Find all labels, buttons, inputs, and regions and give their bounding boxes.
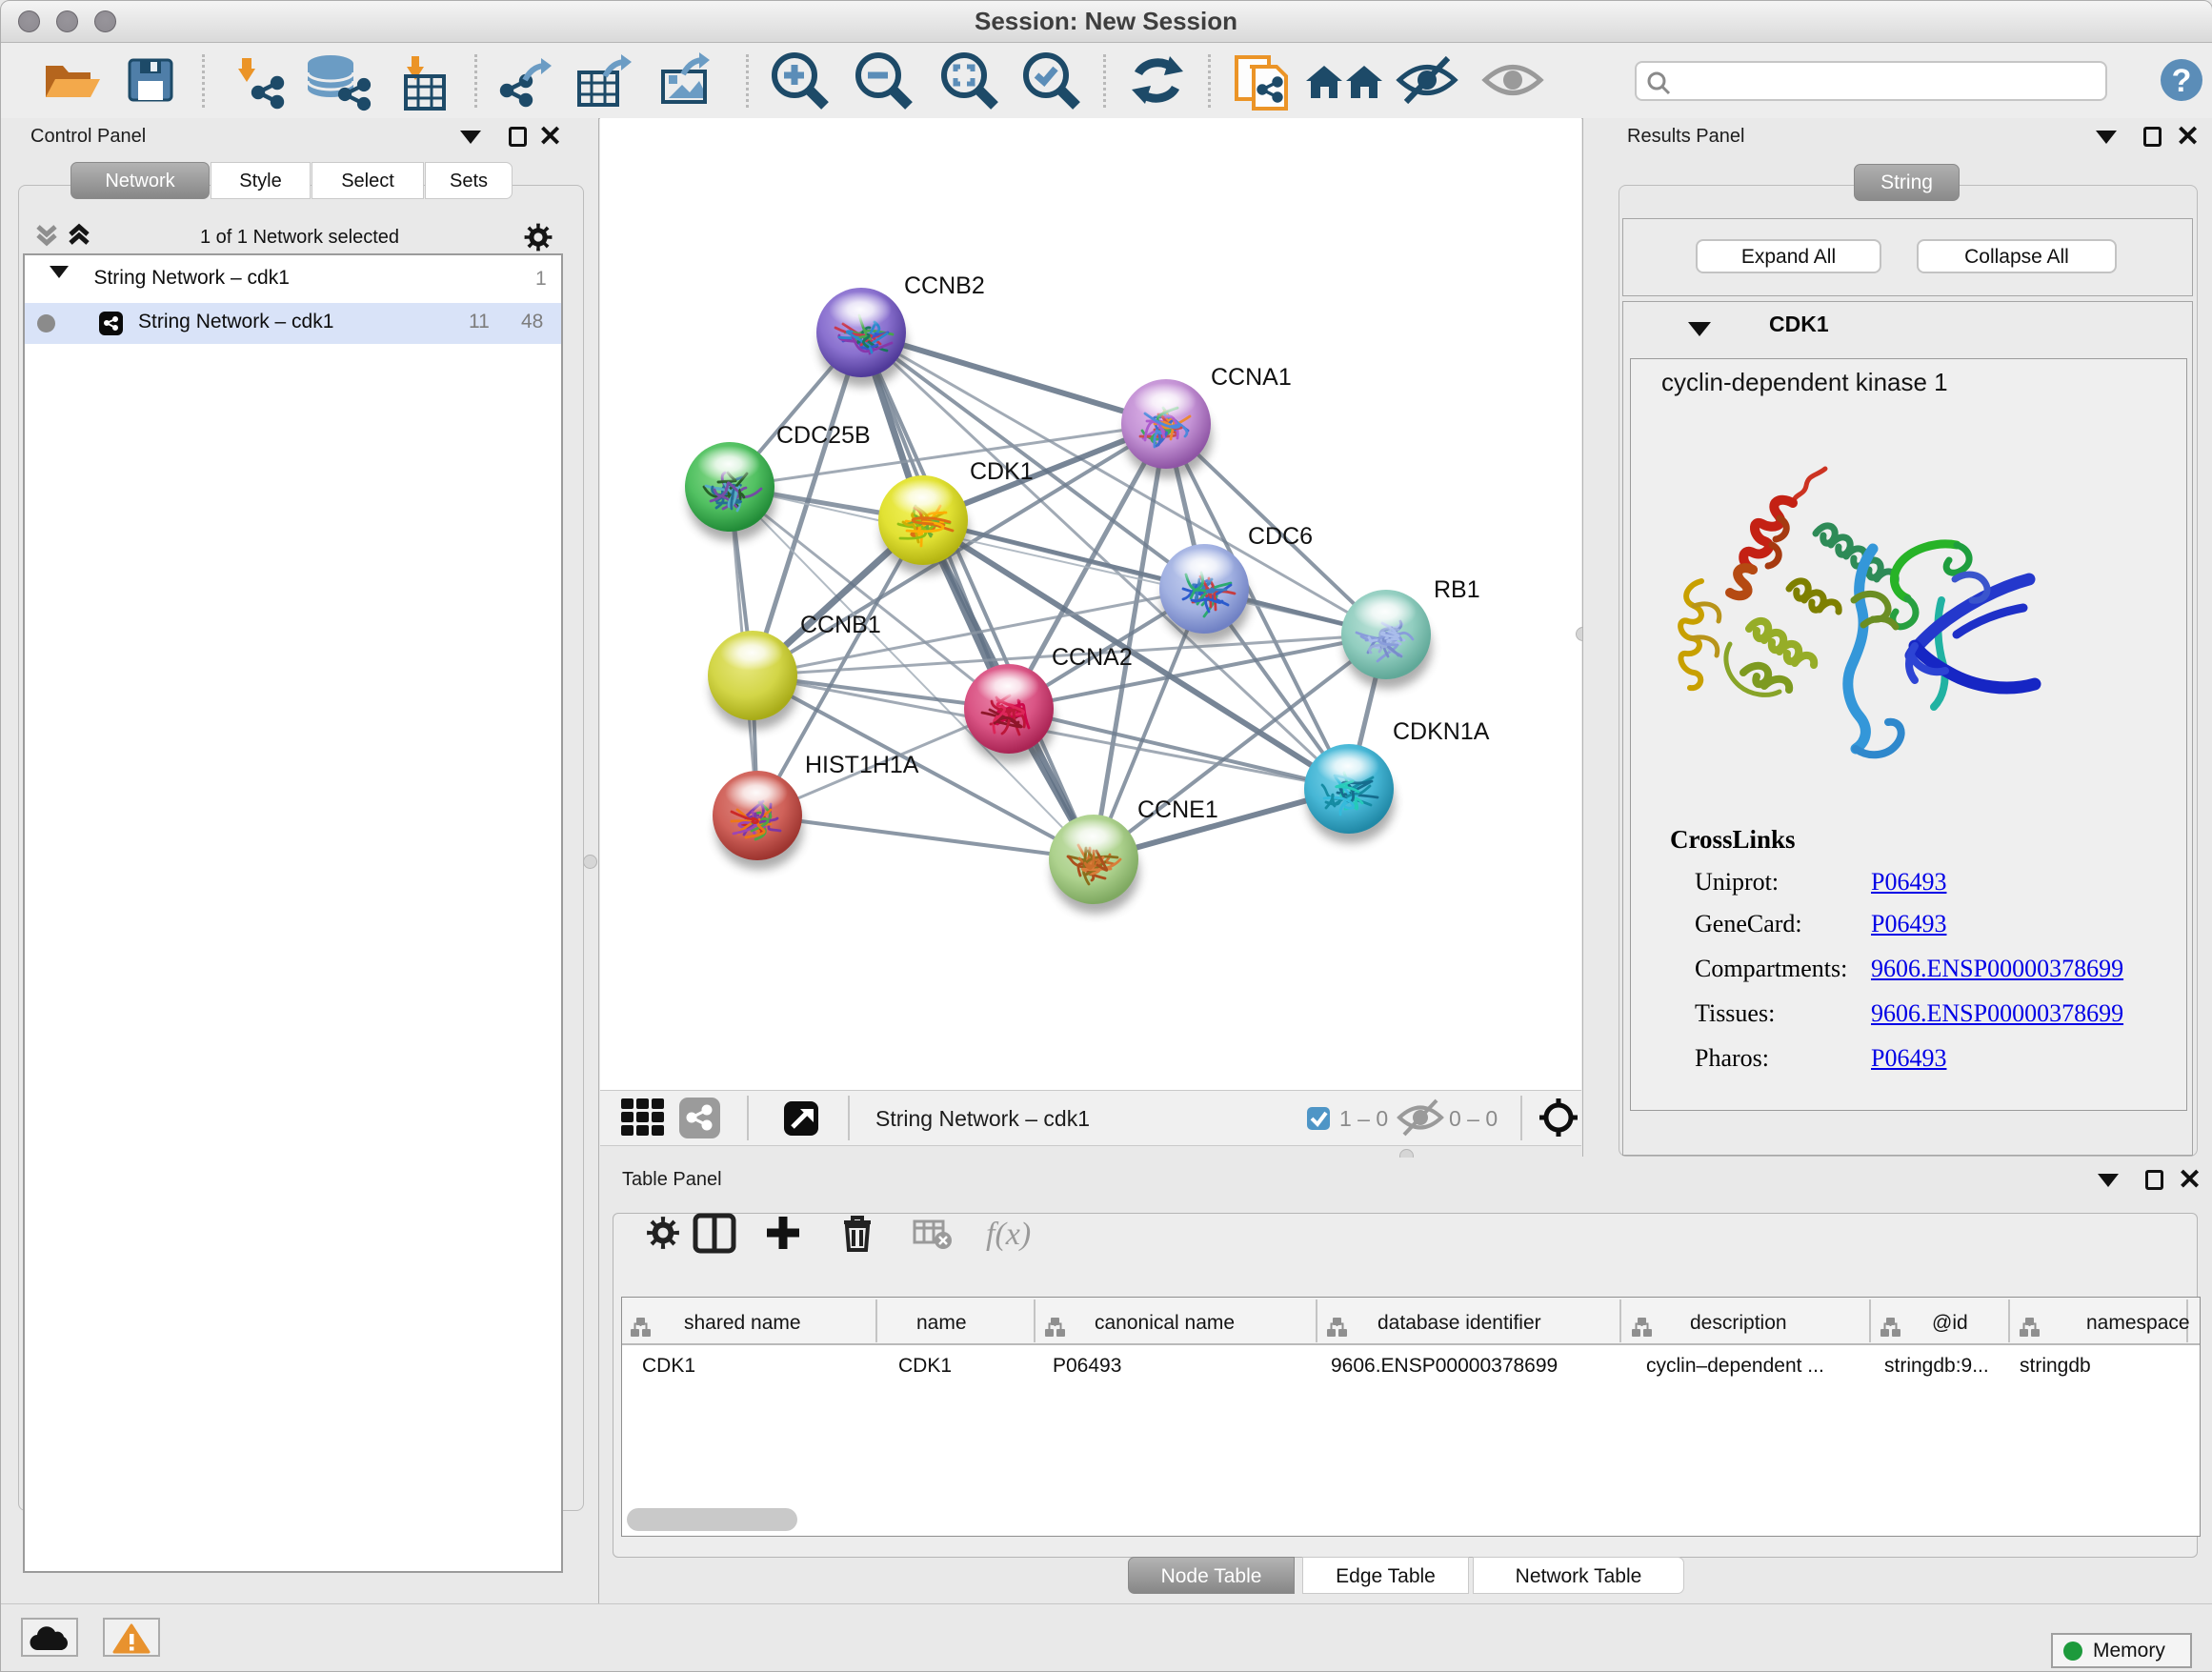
svg-text:stringdb:9...: stringdb:9...: [1884, 1355, 1989, 1377]
svg-text:cyclin–dependent ...: cyclin–dependent ...: [1646, 1355, 1824, 1377]
svg-text:database identifier: database identifier: [1377, 1312, 1541, 1334]
svg-text:CCNB1: CCNB1: [800, 612, 881, 638]
svg-text:@id: @id: [1932, 1312, 1968, 1334]
svg-text:stringdb: stringdb: [2020, 1355, 2091, 1377]
svg-text:canonical name: canonical name: [1095, 1312, 1235, 1334]
svg-text:9606.ENSP00000378699: 9606.ENSP00000378699: [1331, 1355, 1558, 1377]
svg-text:CCNB2: CCNB2: [904, 272, 985, 299]
svg-text:shared name: shared name: [684, 1312, 801, 1334]
svg-text:HIST1H1A: HIST1H1A: [805, 752, 919, 778]
svg-text:CDC6: CDC6: [1248, 523, 1313, 550]
svg-text:CCNA2: CCNA2: [1052, 644, 1133, 671]
svg-text:CDK1: CDK1: [898, 1355, 952, 1377]
svg-text:1 – 0: 1 – 0: [1339, 1106, 1388, 1131]
svg-text:?: ?: [2172, 63, 2192, 99]
svg-text:String Network – cdk1: String Network – cdk1: [875, 1106, 1090, 1131]
svg-text:description: description: [1690, 1312, 1787, 1334]
svg-text:name: name: [916, 1312, 967, 1334]
svg-text:CDKN1A: CDKN1A: [1393, 718, 1490, 745]
svg-text:CCNA1: CCNA1: [1211, 364, 1292, 391]
svg-text:P06493: P06493: [1053, 1355, 1121, 1377]
svg-text:CDK1: CDK1: [642, 1355, 695, 1377]
svg-text:0 – 0: 0 – 0: [1449, 1106, 1498, 1131]
svg-text:namespace: namespace: [2086, 1312, 2190, 1334]
svg-text:f(x): f(x): [986, 1217, 1031, 1252]
svg-text:CCNE1: CCNE1: [1137, 796, 1218, 823]
svg-text:CDK1: CDK1: [970, 458, 1034, 485]
svg-text:CDC25B: CDC25B: [776, 422, 871, 449]
svg-text:RB1: RB1: [1434, 576, 1480, 603]
